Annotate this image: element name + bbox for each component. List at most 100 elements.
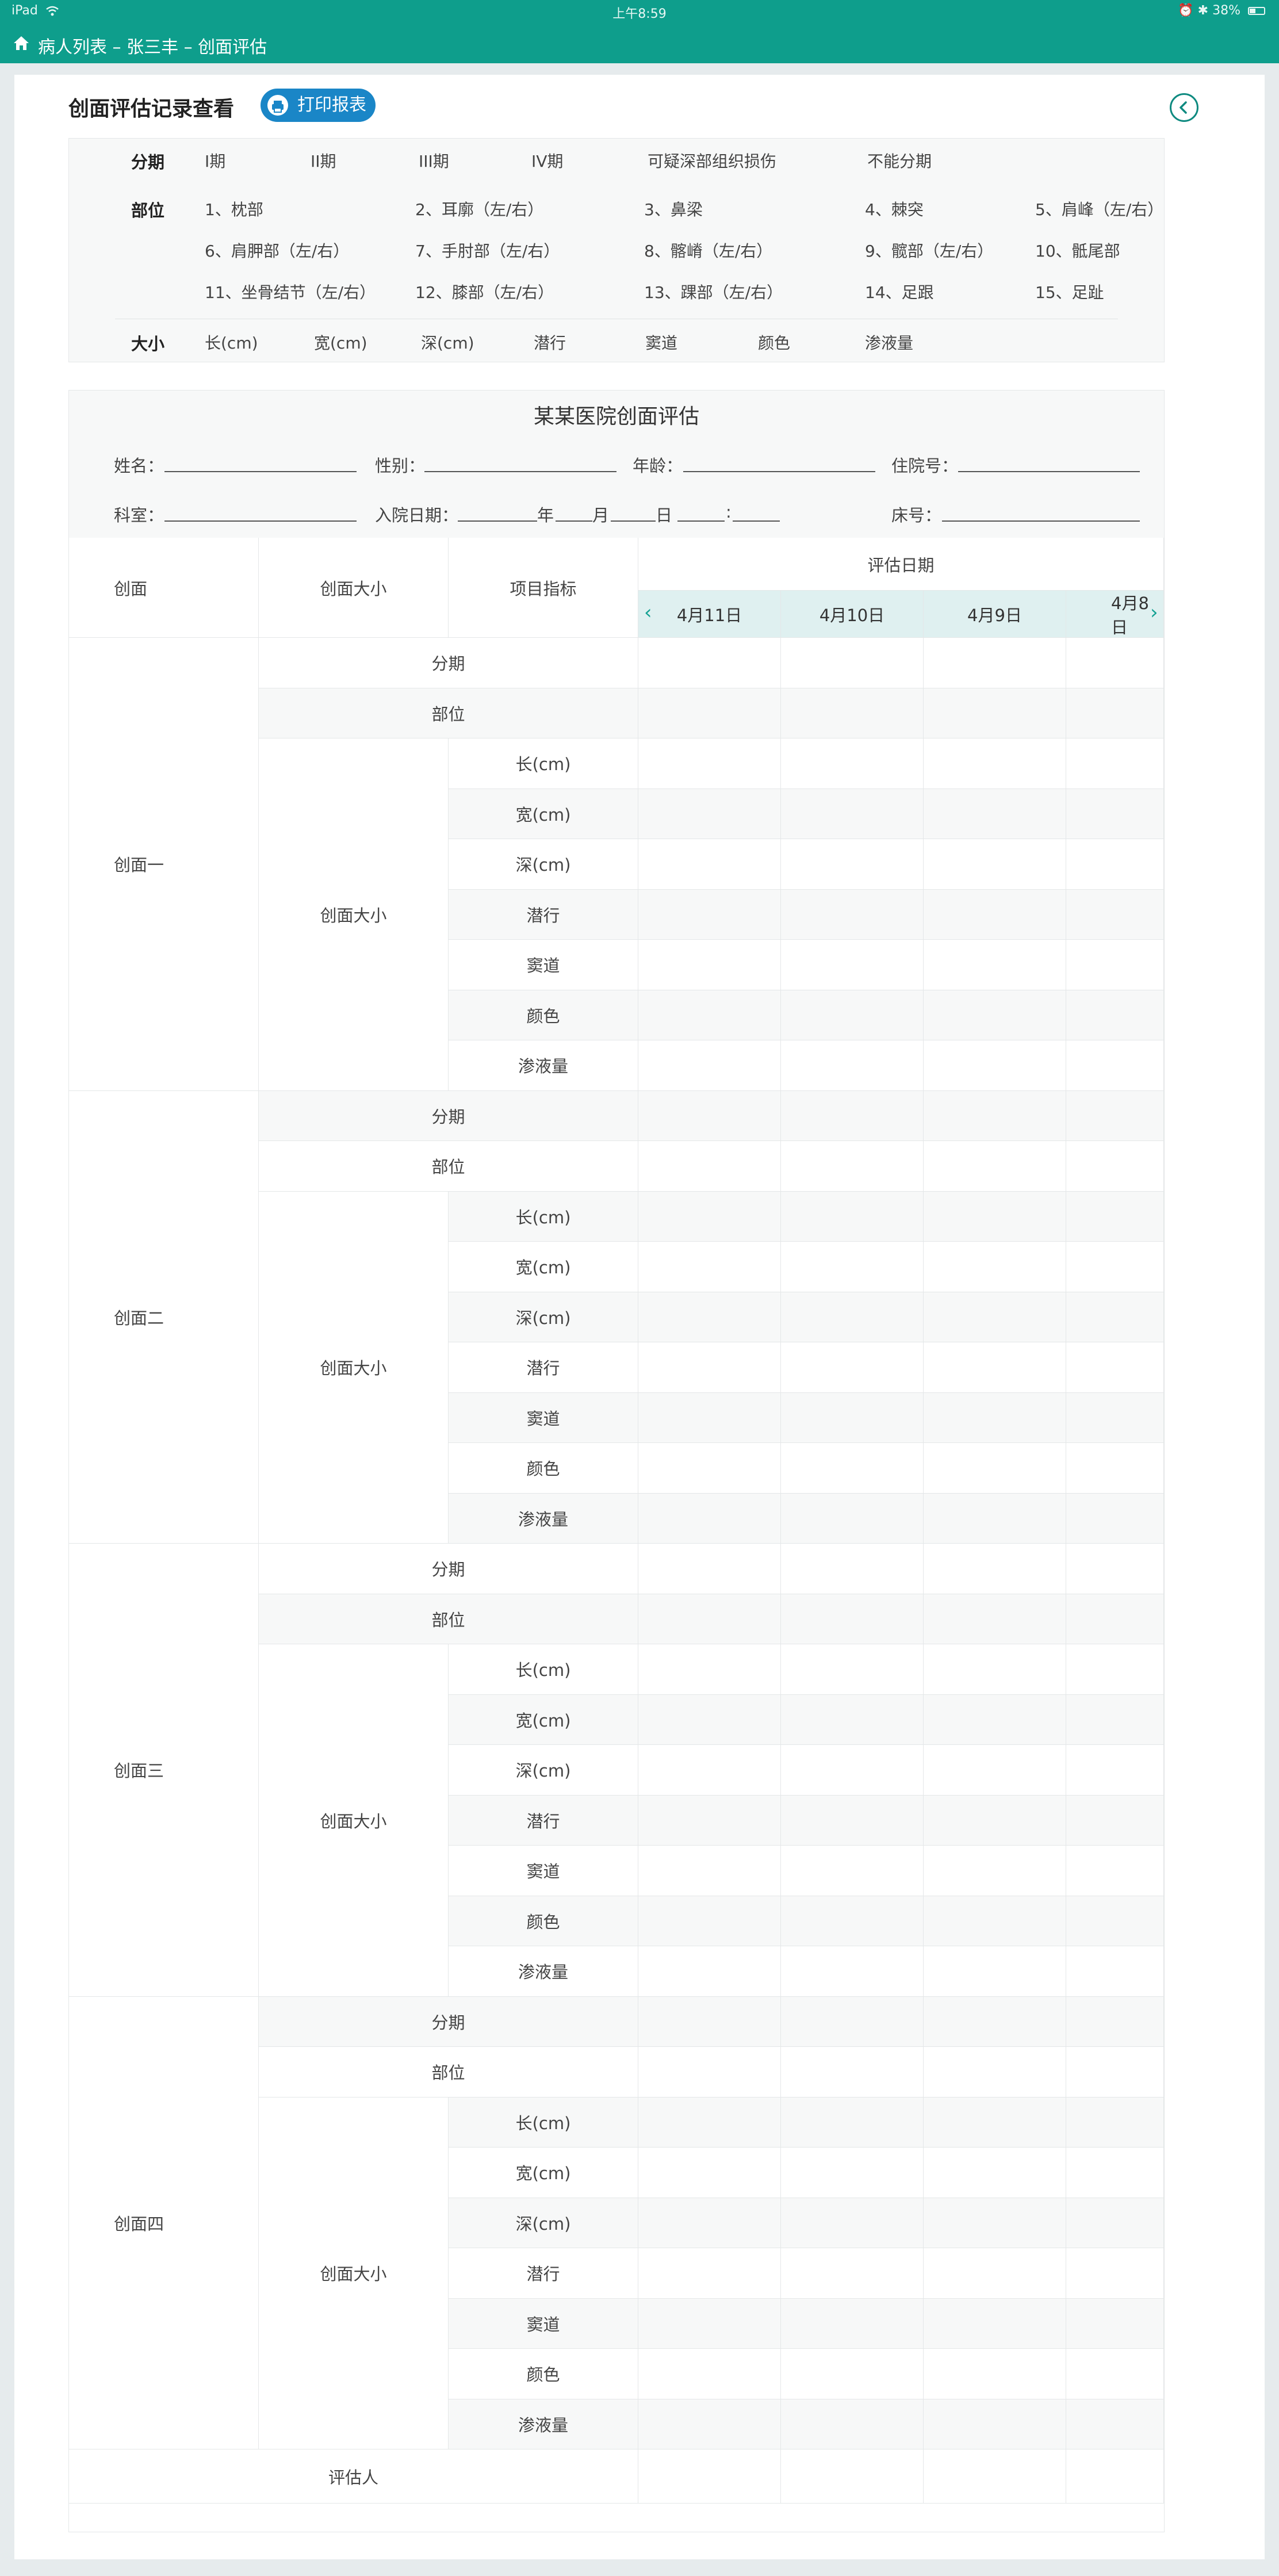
- date-value-cell[interactable]: [924, 2198, 1066, 2248]
- date-value-cell[interactable]: [1066, 1795, 1164, 1846]
- date-value-cell[interactable]: [1066, 940, 1164, 990]
- date-value-cell[interactable]: [638, 1846, 781, 1896]
- date-value-cell[interactable]: [781, 940, 924, 990]
- date-value-cell[interactable]: [924, 1191, 1066, 1242]
- date-value-cell[interactable]: [638, 1493, 781, 1544]
- date-value-cell[interactable]: [1066, 1292, 1164, 1342]
- date-value-cell[interactable]: [924, 789, 1066, 839]
- date-value-cell[interactable]: [781, 1090, 924, 1141]
- date-value-cell[interactable]: [1066, 1392, 1164, 1443]
- date-value-cell[interactable]: [1066, 688, 1164, 738]
- evaluator-value-cell[interactable]: [924, 2449, 1066, 2504]
- date-value-cell[interactable]: [924, 889, 1066, 940]
- date-value-cell[interactable]: [638, 1745, 781, 1796]
- date-value-cell[interactable]: [924, 2298, 1066, 2349]
- date-value-cell[interactable]: [1066, 2198, 1164, 2248]
- date-value-cell[interactable]: [1066, 789, 1164, 839]
- name-field[interactable]: [164, 471, 357, 472]
- date-value-cell[interactable]: [781, 1392, 924, 1443]
- admission-no-field[interactable]: [958, 471, 1140, 472]
- date-value-cell[interactable]: [781, 1292, 924, 1342]
- date-value-cell[interactable]: [1066, 889, 1164, 940]
- admit-day-field[interactable]: [611, 520, 656, 522]
- date-value-cell[interactable]: [781, 2248, 924, 2299]
- date-value-cell[interactable]: [924, 1544, 1066, 1594]
- date-value-cell[interactable]: [638, 1090, 781, 1141]
- date-value-cell[interactable]: [638, 2047, 781, 2097]
- date-value-cell[interactable]: [781, 1544, 924, 1594]
- date-value-cell[interactable]: [1066, 990, 1164, 1040]
- date-value-cell[interactable]: [924, 2399, 1066, 2449]
- date-value-cell[interactable]: [924, 1846, 1066, 1896]
- date-value-cell[interactable]: [781, 2298, 924, 2349]
- date-value-cell[interactable]: [924, 1392, 1066, 1443]
- date-value-cell[interactable]: [1066, 1846, 1164, 1896]
- date-value-cell[interactable]: [1066, 2298, 1164, 2349]
- date-value-cell[interactable]: [924, 2349, 1066, 2399]
- date-value-cell[interactable]: [924, 1745, 1066, 1796]
- date-value-cell[interactable]: [781, 1493, 924, 1544]
- date-value-cell[interactable]: [638, 1996, 781, 2047]
- date-value-cell[interactable]: [924, 1090, 1066, 1141]
- age-field[interactable]: [683, 471, 875, 472]
- date-value-cell[interactable]: [638, 1242, 781, 1292]
- date-value-cell[interactable]: [638, 839, 781, 890]
- date-value-cell[interactable]: [638, 2148, 781, 2198]
- date-value-cell[interactable]: [781, 2349, 924, 2399]
- date-value-cell[interactable]: [1066, 1342, 1164, 1393]
- dept-field[interactable]: [164, 520, 357, 522]
- date-value-cell[interactable]: [638, 990, 781, 1040]
- date-value-cell[interactable]: [1066, 1040, 1164, 1091]
- date-value-cell[interactable]: [1066, 1896, 1164, 1946]
- date-value-cell[interactable]: [924, 1594, 1066, 1644]
- date-value-cell[interactable]: [781, 1040, 924, 1091]
- date-value-cell[interactable]: [638, 2298, 781, 2349]
- date-value-cell[interactable]: [638, 889, 781, 940]
- date-value-cell[interactable]: [924, 839, 1066, 890]
- evaluator-value-cell[interactable]: [1066, 2449, 1164, 2504]
- date-value-cell[interactable]: [924, 1644, 1066, 1695]
- date-value-cell[interactable]: [781, 1644, 924, 1695]
- date-value-cell[interactable]: [1066, 1946, 1164, 1997]
- date-value-cell[interactable]: [638, 1443, 781, 1494]
- date-value-cell[interactable]: [781, 2399, 924, 2449]
- date-value-cell[interactable]: [781, 1896, 924, 1946]
- date-value-cell[interactable]: [924, 1443, 1066, 1494]
- date-value-cell[interactable]: [638, 1946, 781, 1997]
- date-value-cell[interactable]: [924, 1242, 1066, 1292]
- prev-dates-chevron-icon[interactable]: ‹: [644, 601, 652, 624]
- date-value-cell[interactable]: [638, 1392, 781, 1443]
- date-value-cell[interactable]: [924, 738, 1066, 789]
- bed-field[interactable]: [942, 520, 1140, 522]
- date-value-cell[interactable]: [638, 1544, 781, 1594]
- date-value-cell[interactable]: [781, 1795, 924, 1846]
- evaluator-value-cell[interactable]: [781, 2449, 924, 2504]
- back-button[interactable]: [1170, 93, 1198, 122]
- date-value-cell[interactable]: [781, 1946, 924, 1997]
- date-value-cell[interactable]: [638, 1191, 781, 1242]
- date-value-cell[interactable]: [781, 2148, 924, 2198]
- date-value-cell[interactable]: [1066, 2047, 1164, 2097]
- date-value-cell[interactable]: [638, 940, 781, 990]
- date-value-cell[interactable]: [638, 1594, 781, 1644]
- date-value-cell[interactable]: [1066, 1644, 1164, 1695]
- date-value-cell[interactable]: [638, 638, 781, 688]
- date-value-cell[interactable]: [638, 2399, 781, 2449]
- date-value-cell[interactable]: [638, 2248, 781, 2299]
- date-value-cell[interactable]: [924, 1292, 1066, 1342]
- date-value-cell[interactable]: [781, 839, 924, 890]
- date-value-cell[interactable]: [781, 1191, 924, 1242]
- date-value-cell[interactable]: [1066, 1745, 1164, 1796]
- date-value-cell[interactable]: [781, 2047, 924, 2097]
- date-value-cell[interactable]: [638, 1342, 781, 1393]
- date-value-cell[interactable]: [781, 638, 924, 688]
- date-value-cell[interactable]: [924, 990, 1066, 1040]
- date-value-cell[interactable]: [1066, 1694, 1164, 1745]
- date-value-cell[interactable]: [781, 1443, 924, 1494]
- date-value-cell[interactable]: [924, 1040, 1066, 1091]
- date-value-cell[interactable]: [924, 1141, 1066, 1192]
- date-value-cell[interactable]: [781, 1594, 924, 1644]
- date-value-cell[interactable]: [638, 1040, 781, 1091]
- date-value-cell[interactable]: [638, 1644, 781, 1695]
- date-value-cell[interactable]: [1066, 1996, 1164, 2047]
